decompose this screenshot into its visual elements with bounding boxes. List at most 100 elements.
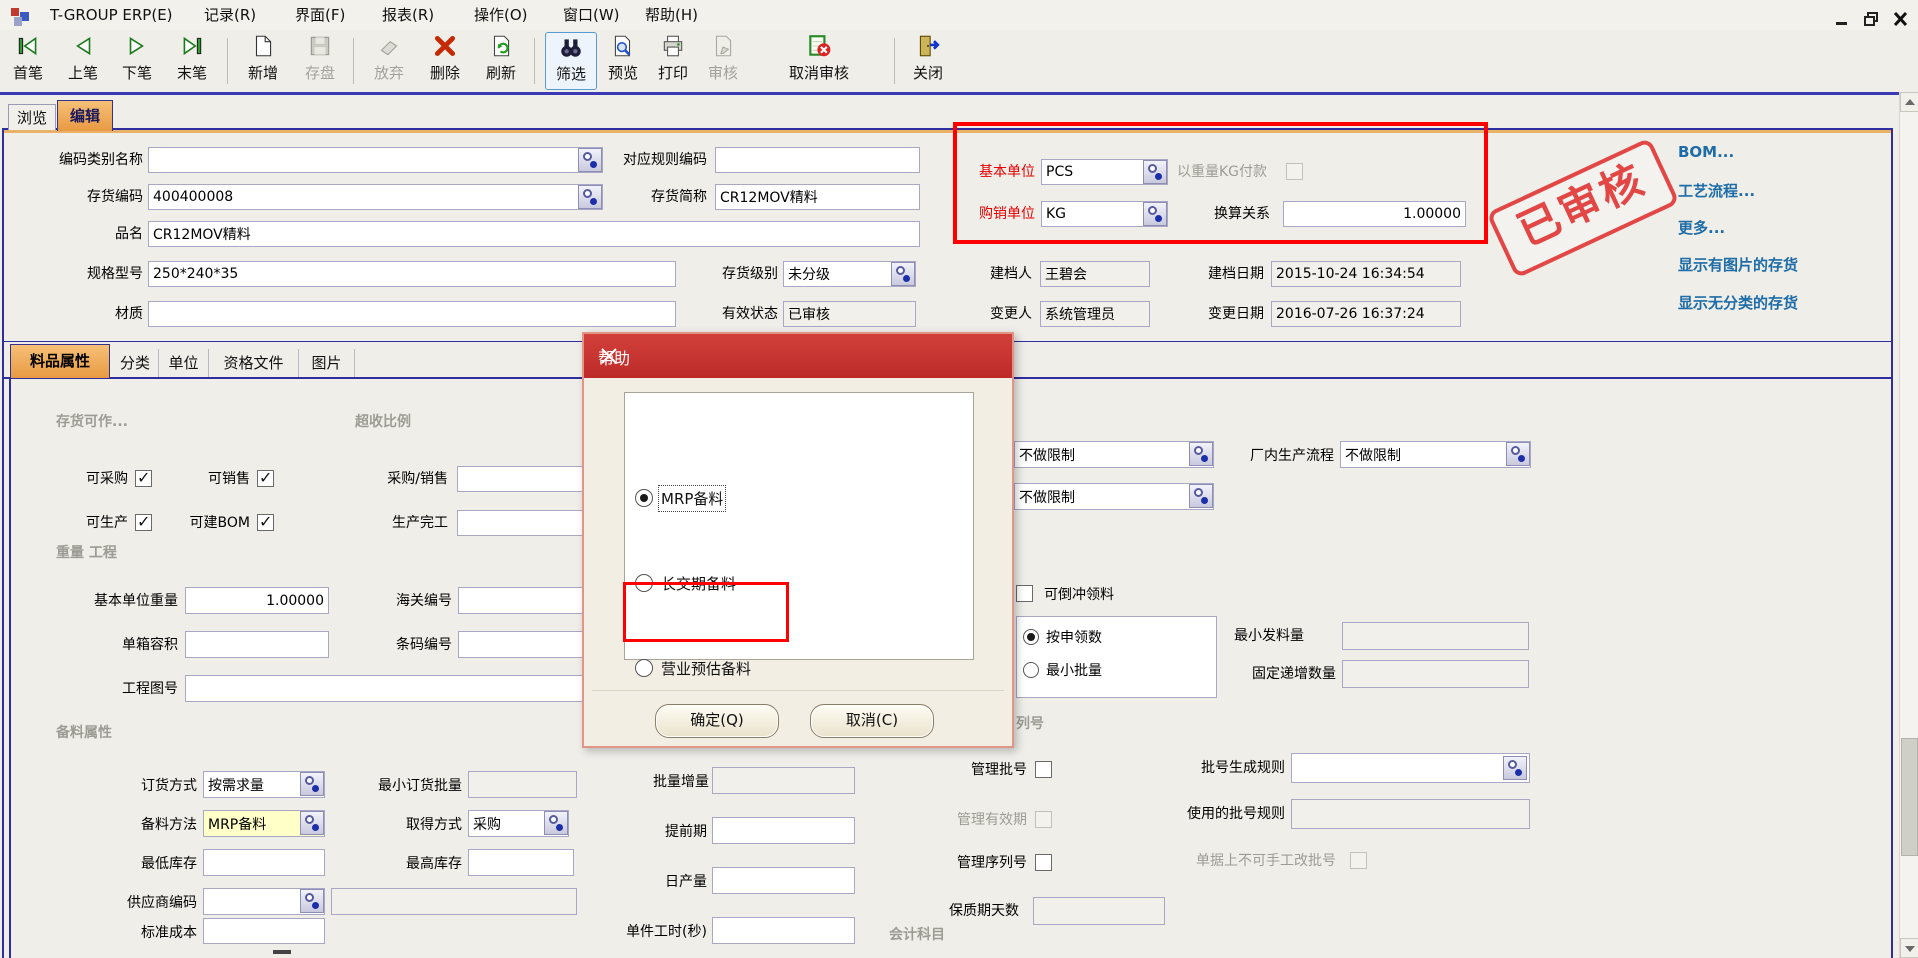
toolbar-close-button[interactable]: 关闭 (904, 32, 952, 90)
tab-qualification-files[interactable]: 资格文件 (208, 349, 298, 377)
backflush-checkbox[interactable] (1016, 585, 1033, 602)
toolbar-first-button[interactable]: 首笔 (4, 32, 52, 90)
factory-flow-input[interactable] (1340, 441, 1531, 468)
link-show-with-images[interactable]: 显示有图片的存货 (1678, 254, 1798, 275)
toolbar-new-button[interactable]: 新增 (239, 32, 287, 90)
tab-edit[interactable]: 编辑 (57, 100, 113, 131)
purchasable-checkbox[interactable] (135, 470, 152, 487)
manage-lot-checkbox[interactable] (1035, 761, 1052, 778)
menu-item-record[interactable]: 记录(R) (204, 5, 256, 25)
manage-serial-checkbox[interactable] (1035, 854, 1052, 871)
used-lot-rule-input[interactable] (1291, 799, 1530, 829)
modify-date-input[interactable] (1271, 301, 1461, 327)
acquire-mode-lookup-icon[interactable] (544, 811, 568, 835)
tab-units[interactable]: 单位 (158, 349, 208, 377)
link-show-unclassified[interactable]: 显示无分类的存货 (1678, 292, 1798, 313)
manage-expiry-checkbox[interactable] (1035, 811, 1052, 828)
option-sales-forecast[interactable]: 营业预估备料 (635, 657, 955, 679)
lead-time-input[interactable] (712, 817, 855, 844)
menu-item-app[interactable]: T-GROUP ERP(E) (50, 5, 173, 25)
base-unit-lookup-icon[interactable] (1143, 160, 1167, 184)
toolbar-delete-button[interactable]: 删除 (422, 32, 468, 90)
supplier-code-lookup-icon[interactable] (300, 889, 324, 913)
factory-flow-lookup-icon[interactable] (1506, 442, 1530, 466)
minimize-icon[interactable] (1833, 8, 1853, 26)
unit-time-input[interactable] (712, 917, 855, 944)
ok-button[interactable]: 确定(Q) (655, 704, 779, 738)
rule-code-input[interactable] (715, 147, 920, 173)
item-short-name-input[interactable] (715, 184, 920, 210)
lot-rule-input[interactable] (1291, 753, 1530, 783)
stock-level-lookup-icon[interactable] (891, 262, 915, 286)
item-code-lookup-icon[interactable] (578, 185, 602, 209)
modifier-input[interactable] (1040, 301, 1150, 327)
toolbar-prev-button[interactable]: 上笔 (60, 32, 106, 90)
no-manual-lot-checkbox[interactable] (1350, 852, 1367, 869)
scroll-down-button[interactable] (1900, 938, 1918, 958)
toolbar-filter-button[interactable]: 筛选 (545, 32, 597, 90)
cancel-button[interactable]: 取消(C) (810, 704, 934, 738)
option-mrp-radio[interactable] (635, 489, 653, 507)
vertical-scrollbar[interactable] (1899, 92, 1918, 958)
toolbar-audit-button[interactable]: 审核 (700, 32, 746, 90)
conversion-input[interactable] (1283, 201, 1466, 227)
dialog-close-icon[interactable] (598, 345, 620, 367)
menu-item-window[interactable]: 窗口(W) (563, 5, 620, 25)
daily-output-input[interactable] (712, 867, 855, 894)
batch-increment-input[interactable] (712, 767, 855, 794)
menu-item-help[interactable]: 帮助(H) (645, 5, 698, 25)
toolbar-cancel-audit-button[interactable]: 取消审核 (752, 32, 886, 90)
option-mrp[interactable]: MRP备料 (635, 487, 955, 509)
issue-by-claim-radio[interactable] (1023, 629, 1039, 645)
toolbar-print-button[interactable]: 打印 (650, 32, 696, 90)
trade-unit-lookup-icon[interactable] (1143, 202, 1167, 226)
menu-item-view[interactable]: 界面(F) (295, 5, 345, 25)
std-cost-input[interactable] (203, 918, 325, 944)
spec-input[interactable] (148, 261, 676, 287)
order-mode-lookup-icon[interactable] (300, 772, 324, 796)
option-long-lead-radio[interactable] (635, 574, 653, 592)
base-weight-input[interactable] (185, 587, 329, 614)
toolbar-abandon-button[interactable]: 放弃 (366, 32, 412, 90)
fixed-increment-input[interactable] (1342, 660, 1529, 688)
tab-item-attributes[interactable]: 料品属性 (10, 344, 110, 378)
producible-checkbox[interactable] (135, 514, 152, 531)
restriction-2-lookup-icon[interactable] (1189, 484, 1213, 508)
toolbar-save-button[interactable]: 存盘 (297, 32, 343, 90)
material-input[interactable] (148, 301, 676, 327)
menu-item-action[interactable]: 操作(O) (474, 5, 528, 25)
restriction-2-input[interactable] (1014, 483, 1214, 510)
prep-method-lookup-icon[interactable] (300, 811, 324, 835)
code-category-input[interactable] (148, 147, 603, 173)
max-stock-input[interactable] (468, 849, 574, 876)
link-bom[interactable]: BOM... (1678, 143, 1734, 161)
item-name-input[interactable] (148, 221, 920, 247)
restriction-1-input[interactable] (1014, 441, 1214, 468)
prep-method-listbox[interactable]: MRP备料 长交期备料 营业预估备料 (624, 392, 974, 660)
toolbar-next-button[interactable]: 下笔 (114, 32, 160, 90)
restriction-1-lookup-icon[interactable] (1189, 442, 1213, 466)
link-process-flow[interactable]: 工艺流程... (1678, 180, 1755, 201)
toolbar-preview-button[interactable]: 预览 (600, 32, 646, 90)
create-date-input[interactable] (1271, 261, 1461, 287)
min-stock-input[interactable] (203, 849, 325, 876)
min-order-batch-input[interactable] (468, 771, 577, 798)
lot-rule-lookup-icon[interactable] (1503, 756, 1527, 780)
tab-images[interactable]: 图片 (298, 349, 354, 377)
status-input[interactable] (783, 301, 916, 327)
can-bom-checkbox[interactable] (257, 514, 274, 531)
tab-browse[interactable]: 浏览 (8, 104, 56, 130)
min-issue-input[interactable] (1342, 622, 1529, 650)
option-sales-forecast-radio[interactable] (635, 659, 653, 677)
scroll-up-button[interactable] (1900, 92, 1918, 112)
supplier-name-input[interactable] (331, 888, 577, 915)
creator-input[interactable] (1040, 261, 1150, 287)
restore-icon[interactable] (1861, 8, 1881, 26)
issue-min-batch-radio[interactable] (1023, 662, 1039, 678)
tab-classification[interactable]: 分类 (112, 349, 158, 377)
scrollbar-thumb[interactable] (1901, 738, 1918, 856)
link-more[interactable]: 更多... (1678, 217, 1725, 238)
pay-by-weight-checkbox[interactable] (1286, 163, 1303, 180)
toolbar-last-button[interactable]: 末笔 (168, 32, 216, 90)
item-code-input[interactable] (148, 184, 603, 210)
